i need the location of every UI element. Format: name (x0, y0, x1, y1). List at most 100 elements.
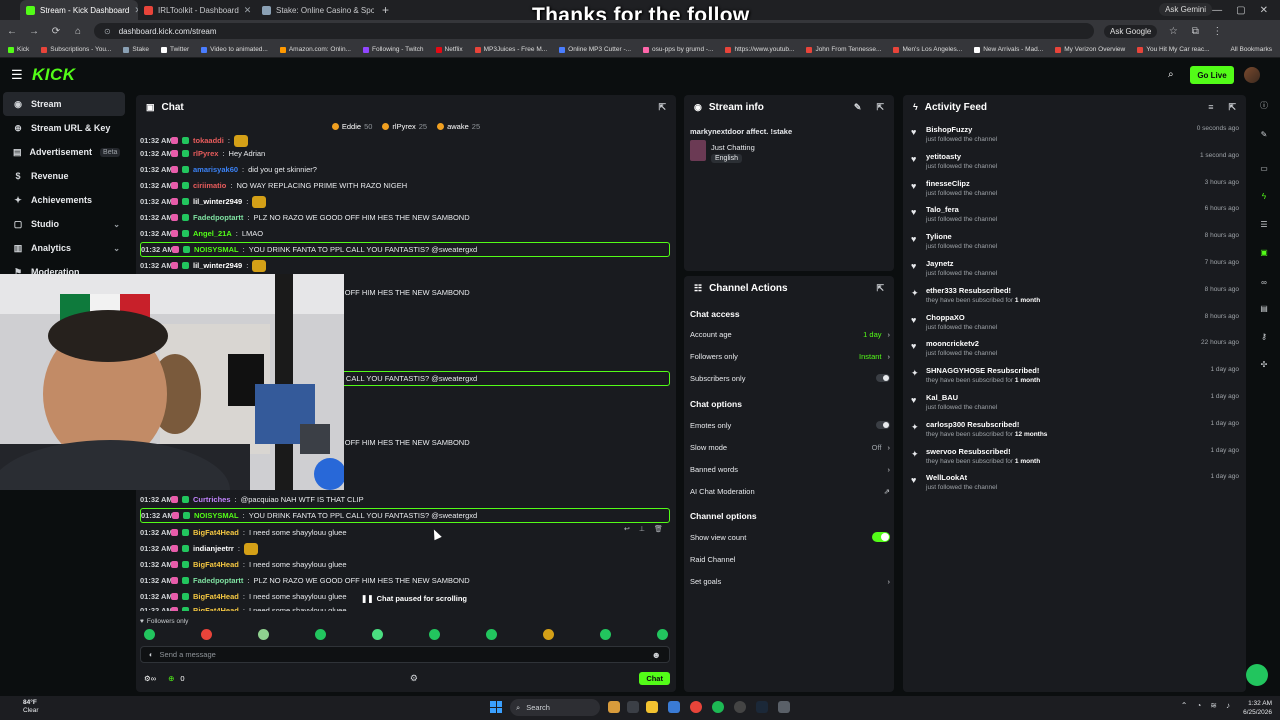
bookmark-item[interactable]: You Hit My Car reac... (1137, 46, 1210, 53)
card-icon[interactable]: ▭ (1258, 164, 1270, 176)
chat-message[interactable]: 01:32 AM Fadedpoptartt:PLZ NO RAZO WE GOO… (140, 573, 670, 588)
emotes-only-toggle[interactable] (876, 421, 890, 429)
link-icon[interactable]: ∞ (1258, 278, 1270, 290)
chat-message[interactable]: 01:32 AM Curtriches: @pacquiao NAH WTF IS … (140, 492, 670, 507)
edit-icon[interactable]: ✎ (854, 102, 862, 113)
grid-icon[interactable]: ▤ (1258, 304, 1270, 316)
taskbar-app-store[interactable] (668, 701, 680, 713)
close-icon[interactable]: ✕ (1260, 5, 1268, 16)
chevron-up-icon[interactable]: ⌃ (1181, 701, 1188, 710)
delete-icon[interactable]: 🗑 (654, 525, 663, 533)
chat-tools-icon[interactable]: ⚙∞ (144, 674, 156, 683)
chat-message[interactable]: 01:32 AM Angel_21A: LMAO (140, 226, 670, 241)
emoji-picker-icon[interactable]: ☻ (652, 650, 661, 660)
quick-emote-icon[interactable] (144, 629, 155, 640)
activity-item[interactable]: ♥ Jaynetz just followed the channel 7 hours… (911, 259, 1239, 283)
bookmark-item[interactable]: https://www.youtub... (725, 46, 794, 53)
bookmark-item[interactable]: My Verizon Overview (1055, 46, 1125, 53)
sidebar-item-achievements[interactable]: ✦ Achievements (0, 188, 128, 212)
bookmark-item[interactable]: osu-pps by grumd -... (643, 46, 713, 53)
info-icon[interactable]: ⓘ (1258, 100, 1270, 112)
chat-message[interactable]: 01:32 AM lil_winter2949: (140, 194, 670, 209)
quick-emote-icon[interactable] (657, 629, 668, 640)
chat-message[interactable]: 01:32 AM amarisyak60: did you get skinnier… (140, 162, 670, 177)
bookmark-item[interactable]: Twitter (160, 46, 189, 53)
bookmark-item[interactable]: Video to animated... (201, 46, 268, 53)
chat-message[interactable]: 01:32 AM ciriimatio: NO WAY REPLACING PRIM… (140, 178, 670, 193)
subscribers-only-toggle[interactable] (876, 374, 890, 382)
key-icon[interactable]: ⚷ (1258, 332, 1270, 344)
chat-message[interactable]: 01:32 AM BigFat4Head: I need some shayylou… (140, 525, 670, 540)
taskbar-app-spotify[interactable] (712, 701, 724, 713)
sidebar-item-stream-url-key[interactable]: ⊕ Stream URL & Key (0, 116, 128, 140)
activity-item[interactable]: ✦ ether333 Resubscribed! they have been su… (911, 286, 1239, 310)
popout-icon[interactable]: ⇱ (876, 102, 884, 113)
ai-moderation-row[interactable]: AI Chat Moderation ⇗ (690, 485, 890, 497)
network-icon[interactable]: ◔ (1196, 701, 1201, 710)
quick-emote-icon[interactable] (258, 629, 269, 640)
message-username[interactable]: ciriimatio (193, 181, 226, 190)
popout-icon[interactable]: ⇱ (1228, 102, 1236, 113)
ask-google-button[interactable]: Ask Google (1104, 24, 1158, 38)
all-bookmarks-button[interactable]: All Bookmarks (1230, 46, 1272, 53)
taskbar-app-chrome[interactable] (690, 701, 702, 713)
go-live-button[interactable]: Go Live (1190, 66, 1234, 84)
kick-logo[interactable]: KICK (32, 65, 76, 85)
activity-item[interactable]: ♥ BishopFuzzy just followed the channel 0 s… (911, 125, 1239, 149)
home-icon[interactable]: ⌂ (72, 26, 84, 37)
chat-paused-indicator[interactable]: ❚❚ Chat paused for scrolling (356, 593, 473, 604)
address-bar[interactable]: ⊙ dashboard.kick.com/stream (94, 23, 1094, 39)
weather-widget[interactable]: 84°F Clear (23, 699, 39, 715)
quick-emote-icon[interactable] (201, 629, 212, 640)
minimize-icon[interactable]: — (1212, 5, 1222, 16)
taskbar-app-widgets[interactable] (608, 701, 620, 713)
set-goals-row[interactable]: Set goals › (690, 575, 890, 587)
chat-message[interactable]: 01:32 AM rlPyrex: Hey Adrian (140, 146, 670, 161)
reply-icon[interactable]: ↩ (624, 525, 630, 533)
message-username[interactable]: Fadedpoptartt (193, 576, 243, 585)
avatar[interactable] (1244, 67, 1260, 83)
filter-icon[interactable]: ≡ (1208, 102, 1213, 112)
leaderboard-entry[interactable]: awake 25 (437, 119, 480, 133)
taskbar-app-obs[interactable] (734, 701, 746, 713)
leaderboard-entry[interactable]: Eddie 50 (331, 119, 372, 133)
system-clock[interactable]: 1:32 AM 6/25/2026 (1243, 699, 1272, 717)
bookmark-item[interactable]: Stake (123, 46, 149, 53)
activity-item[interactable]: ♥ Kal_BAU just followed the channel 1 day a… (911, 393, 1239, 417)
activity-item[interactable]: ♥ yetitoasty just followed the channel 1 se… (911, 152, 1239, 176)
pencil-icon[interactable]: ✎ (1258, 130, 1270, 142)
message-username[interactable]: BigFat4Head (193, 560, 239, 569)
chat-message[interactable]: 01:32 AM BigFat4Head: I need some shayylou… (140, 603, 670, 611)
chat-message[interactable]: 01:32 AM indianjeetrr: (140, 541, 670, 556)
chat-settings-icon[interactable]: ⚙ (410, 673, 418, 684)
wifi-icon[interactable]: ≋ (1210, 701, 1217, 710)
chat-message[interactable]: 01:32 AM NOISYSMAL:YOU DRINK FANTA TO PPL… (140, 508, 670, 523)
leaderboard-entry[interactable]: rlPyrex 25 (382, 119, 427, 133)
activity-item[interactable]: ✦ swervoo Resubscribed! they have been sub… (911, 447, 1239, 471)
start-button[interactable] (490, 701, 502, 713)
bolt-icon[interactable]: ϟ (1258, 192, 1270, 204)
bookmark-item[interactable]: Amazon.com: Onlin... (279, 46, 351, 53)
message-username[interactable]: lil_winter2949 (193, 197, 242, 206)
chat-input[interactable]: ◐ Send a message ☻ (140, 646, 670, 663)
bookmark-item[interactable]: Following - Twitch (362, 46, 424, 53)
message-username[interactable]: lil_winter2949 (193, 261, 242, 270)
activity-item[interactable]: ♥ finesseClipz just followed the channel 3 … (911, 179, 1239, 203)
bookmark-item[interactable]: MP3Juices - Free M... (474, 46, 547, 53)
support-chat-button[interactable] (1246, 664, 1268, 686)
message-username[interactable]: BigFat4Head (193, 592, 239, 601)
activity-item[interactable]: ♥ WellLookAt just followed the channel 1 da… (911, 473, 1239, 497)
bookmark-item[interactable]: Online MP3 Cutter -... (559, 46, 631, 53)
sidebar-item-revenue[interactable]: $ Revenue (0, 164, 128, 188)
message-username[interactable]: NOISYSMAL (194, 511, 239, 520)
bookmark-item[interactable]: Men's Los Angeles... (893, 46, 962, 53)
popout-icon[interactable]: ⇱ (658, 102, 666, 113)
chat-message[interactable]: 01:32 AM lil_winter2949: (140, 258, 670, 273)
banned-words-row[interactable]: Banned words › (690, 463, 890, 475)
message-username[interactable]: Curtriches (193, 495, 231, 504)
bookmark-item[interactable]: Kick (8, 46, 29, 53)
chat-message[interactable]: 01:32 AM BigFat4Head: I need some shayylou… (140, 557, 670, 572)
activity-item[interactable]: ♥ Talo_fera just followed the channel 6 hou… (911, 205, 1239, 229)
taskbar-app-taskview[interactable] (627, 701, 639, 713)
activity-item[interactable]: ♥ ChoppaXO just followed the channel 8 hour… (911, 313, 1239, 337)
